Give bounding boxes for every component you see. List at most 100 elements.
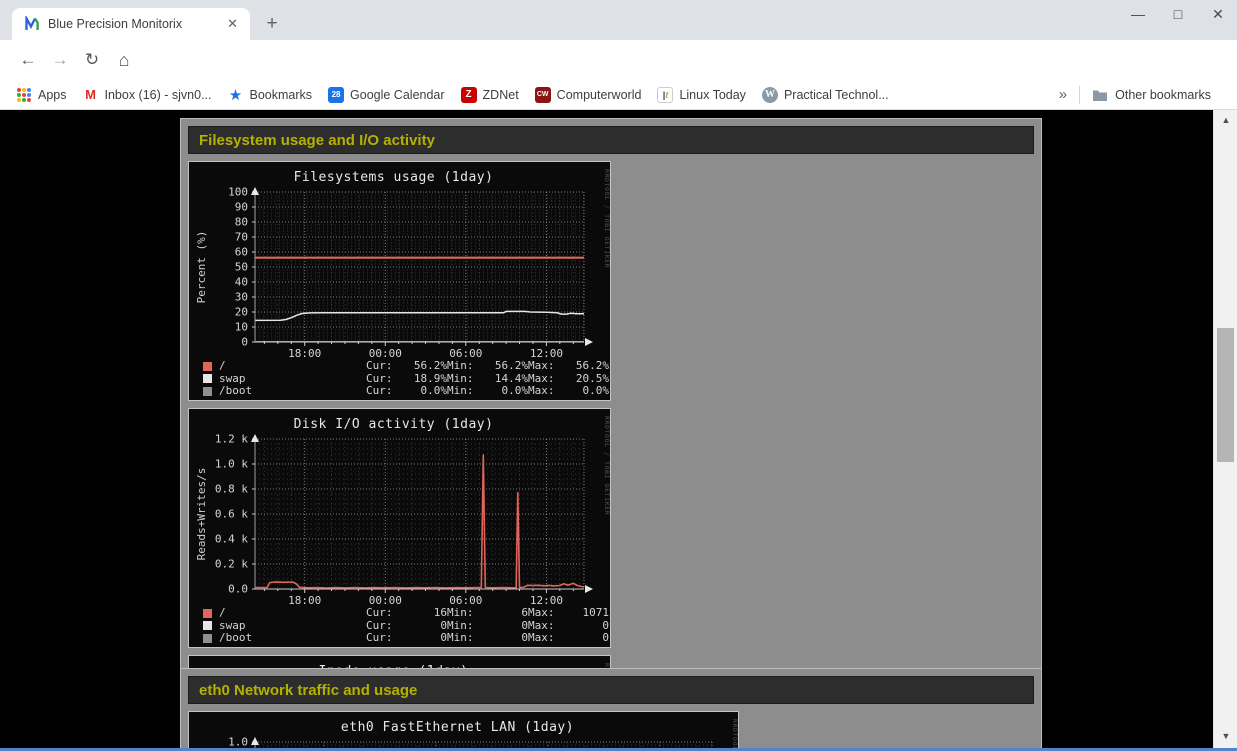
svg-text:10: 10 <box>235 321 248 334</box>
legend-col-label: Max: <box>528 385 555 398</box>
chart-panel-eth0_lan[interactable]: 1.00.90.80.70.60.50.40.30.20.10.018:0000… <box>188 711 739 748</box>
legend-col-label: Max: <box>528 607 555 620</box>
legend-col-label: Min: <box>447 607 474 620</box>
svg-text:0.0: 0.0 <box>228 583 248 596</box>
bookmark-label: Bookmarks <box>250 88 313 102</box>
legend-swatch <box>203 609 212 618</box>
legend-col-label: Min: <box>447 360 474 373</box>
svg-text:RRDTOOL / TOBI OETIKER: RRDTOOL / TOBI OETIKER <box>603 169 610 268</box>
svg-text:1.2 k: 1.2 k <box>215 433 248 446</box>
new-tab-button[interactable]: + <box>260 12 284 36</box>
svg-text:1.0 k: 1.0 k <box>215 458 248 471</box>
other-bookmarks-button[interactable]: Other bookmarks <box>1092 87 1211 103</box>
bookmark-item-inbox-16-sjvn0[interactable]: MInbox (16) - sjvn0... <box>83 87 212 103</box>
bookmark-label: Google Calendar <box>350 88 445 102</box>
chart-legend: /Cur:56.2%Min:56.2%Max:56.2%swapCur:18.9… <box>189 360 610 398</box>
zdnet-icon: Z <box>461 87 477 103</box>
svg-text:0.2 k: 0.2 k <box>215 558 248 571</box>
legend-row: /bootCur:0.0%Min:0.0%Max:0.0% <box>189 385 610 398</box>
svg-text:60: 60 <box>235 246 248 259</box>
bookmark-label: Computerworld <box>557 88 642 102</box>
wordpress-icon: W <box>762 87 778 103</box>
legend-value: 56.2% <box>486 360 528 373</box>
svg-text:20: 20 <box>235 306 248 319</box>
legend-swatch <box>203 374 212 383</box>
section-filesystem: Filesystem usage and I/O activity1009080… <box>180 118 1042 748</box>
svg-text:RRDTOOL / TOBI OETIKER: RRDTOOL / TOBI OETIKER <box>603 416 610 515</box>
chart-panel-fs_usage[interactable]: 100908070605040302010018:0000:0006:0012:… <box>188 161 611 401</box>
bookmark-item-computerworld[interactable]: CWComputerworld <box>535 87 642 103</box>
browser-titlebar: Blue Precision Monitorix ✕ + — □ ✕ <box>0 0 1237 40</box>
legend-value: 0 <box>405 632 447 645</box>
section-header: Filesystem usage and I/O activity <box>188 126 1034 154</box>
browser-toolbar: ← → ↻ ⌂ i localhost:8080/monitorix-cgi/m… <box>0 40 1237 80</box>
legend-swatch <box>203 362 212 371</box>
legend-swatch <box>203 621 212 630</box>
legend-value: 1071 <box>567 607 609 620</box>
legend-swatch <box>203 634 212 643</box>
svg-text:80: 80 <box>235 216 248 229</box>
svg-text:18:00: 18:00 <box>288 594 321 607</box>
legend-name: /boot <box>219 385 366 398</box>
bookmark-label: Linux Today <box>679 88 746 102</box>
svg-text:40: 40 <box>235 276 248 289</box>
svg-text:Reads+Writes/s: Reads+Writes/s <box>195 468 208 561</box>
svg-text:50: 50 <box>235 261 248 274</box>
forward-button[interactable]: → <box>48 48 72 72</box>
svg-text:70: 70 <box>235 231 248 244</box>
bookmark-item-google-calendar[interactable]: 28 Google Calendar <box>328 87 445 103</box>
legend-value: 6 <box>486 607 528 620</box>
legend-col-label: Cur: <box>366 385 393 398</box>
scrollbar-thumb[interactable] <box>1217 328 1234 462</box>
svg-text:Disk I/O activity (1day): Disk I/O activity (1day) <box>294 417 494 432</box>
bookmark-label: Inbox (16) - sjvn0... <box>105 88 212 102</box>
section-title: eth0 Network traffic and usage <box>189 682 417 699</box>
bookmark-item-practical-technol[interactable]: WPractical Technol... <box>762 87 889 103</box>
chart-panel-disk_io[interactable]: 1.2 k1.0 k0.8 k0.6 k0.4 k0.2 k0.018:0000… <box>188 408 611 648</box>
svg-text:0.8 k: 0.8 k <box>215 483 248 496</box>
bookmark-item-bookmarks[interactable]: ★ Bookmarks <box>228 87 313 103</box>
linuxtoday-icon: |t <box>657 87 673 103</box>
calendar-icon: 28 <box>328 87 344 103</box>
svg-text:RRDTOOL / TOBI OETIKER: RRDTOOL / TOBI OETIKER <box>731 719 738 748</box>
scrollbar[interactable]: ▲ ▼ <box>1213 110 1237 748</box>
legend-value: 0.0% <box>486 385 528 398</box>
bookmark-item-linux-today[interactable]: |t Linux Today <box>657 87 746 103</box>
svg-text:Filesystems usage (1day): Filesystems usage (1day) <box>294 170 494 185</box>
home-button[interactable]: ⌂ <box>112 48 136 72</box>
svg-text:0.6 k: 0.6 k <box>215 508 248 521</box>
bookmark-item-apps[interactable]: Apps <box>16 87 67 103</box>
scrollbar-down-arrow[interactable]: ▼ <box>1214 728 1237 744</box>
legend-col-label: Min: <box>447 632 474 645</box>
legend-name: /boot <box>219 632 366 645</box>
bookmarks-overflow-icon[interactable]: » <box>1059 86 1067 103</box>
bookmark-item-zdnet[interactable]: Z ZDNet <box>461 87 519 103</box>
star-icon: ★ <box>228 87 244 103</box>
legend-col-label: Max: <box>528 360 555 373</box>
bookmarks-separator <box>1079 86 1080 104</box>
svg-text:100: 100 <box>228 186 248 199</box>
legend-value: 56.2% <box>567 360 609 373</box>
browser-tab[interactable]: Blue Precision Monitorix ✕ <box>12 8 250 40</box>
legend-row: /Cur:56.2%Min:56.2%Max:56.2% <box>189 360 610 373</box>
back-button[interactable]: ← <box>16 48 40 72</box>
legend-value: 0.0% <box>567 385 609 398</box>
tab-close-icon[interactable]: ✕ <box>223 14 242 34</box>
legend-col-label: Cur: <box>366 632 393 645</box>
monitorix-favicon <box>24 16 40 32</box>
close-button[interactable]: ✕ <box>1209 6 1227 23</box>
minimize-button[interactable]: — <box>1129 6 1147 23</box>
bookmark-label: Apps <box>38 88 67 102</box>
svg-text:0: 0 <box>241 336 248 349</box>
legend-row: /bootCur:0Min:0Max:0 <box>189 632 610 645</box>
scrollbar-up-arrow[interactable]: ▲ <box>1214 112 1237 128</box>
legend-value: 0 <box>486 632 528 645</box>
bookmark-label: ZDNet <box>483 88 519 102</box>
legend-name: / <box>219 360 366 373</box>
legend-col-label: Cur: <box>366 360 393 373</box>
chart-legend: /Cur:16Min:6Max:1071swapCur:0Min:0Max:0/… <box>189 607 610 645</box>
legend-value: 0 <box>567 632 609 645</box>
maximize-button[interactable]: □ <box>1169 6 1187 23</box>
reload-button[interactable]: ↻ <box>80 48 104 72</box>
section-network: eth0 Network traffic and usage 1.00.90.80… <box>180 668 1042 748</box>
